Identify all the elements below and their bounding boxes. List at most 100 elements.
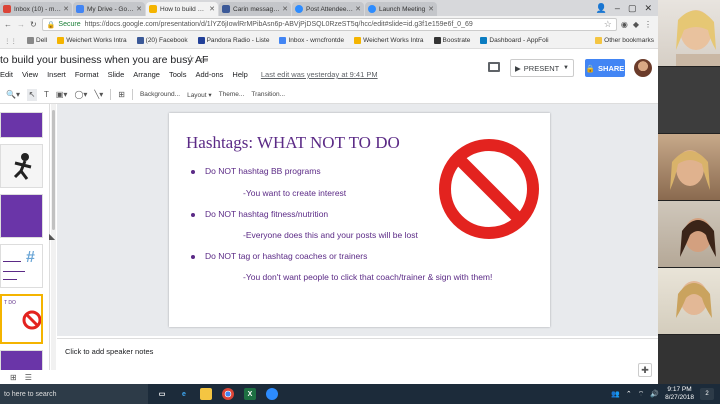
speaker-notes[interactable]: Click to add speaker notes ✚ bbox=[57, 338, 658, 384]
zoom-icon[interactable]: 🔍▾ bbox=[6, 90, 20, 99]
slide[interactable]: Hashtags: WHAT NOT TO DO Do NOT hashtag … bbox=[169, 113, 550, 327]
excel-icon[interactable]: X bbox=[244, 388, 256, 400]
participant-video[interactable] bbox=[658, 268, 720, 334]
star-icon[interactable]: ☆ bbox=[186, 54, 195, 65]
menu-slide[interactable]: Slide bbox=[108, 70, 125, 79]
other-bookmarks[interactable]: Other bookmarks bbox=[595, 37, 658, 44]
people-icon[interactable]: 👥 bbox=[611, 390, 620, 398]
present-button[interactable]: ▶ PRESENT ▼ bbox=[510, 59, 574, 77]
file-explorer-icon[interactable] bbox=[200, 388, 212, 400]
notification-center[interactable]: 2 bbox=[700, 388, 714, 400]
doc-title[interactable]: to build your business when you are busy… bbox=[0, 54, 208, 66]
layout-button[interactable]: Layout ▾ bbox=[187, 91, 212, 99]
slide-thumbnail-selected[interactable]: T DO bbox=[0, 294, 43, 344]
slide-thumbnail[interactable] bbox=[0, 194, 43, 238]
close-window-icon[interactable]: ✕ bbox=[644, 3, 652, 14]
theme-button[interactable]: Theme... bbox=[219, 91, 245, 98]
url-field[interactable]: 🔒 Secure https://docs.google.com/present… bbox=[41, 18, 617, 31]
maximize-icon[interactable]: ▢ bbox=[628, 3, 637, 14]
browser-tab-active[interactable]: How to build your ✕ bbox=[146, 2, 218, 16]
menu-help[interactable]: Help bbox=[232, 70, 247, 79]
resize-handle-icon[interactable]: ◣ bbox=[49, 232, 55, 241]
extension-icon[interactable]: ◆ bbox=[633, 20, 639, 29]
close-icon[interactable]: ✕ bbox=[209, 5, 215, 13]
close-icon[interactable]: ✕ bbox=[63, 5, 69, 13]
bookmark[interactable]: Weichert Works Intra bbox=[354, 37, 424, 44]
bullet-item[interactable]: Do NOT hashtag BB programs bbox=[191, 166, 321, 176]
close-icon[interactable]: ✕ bbox=[428, 5, 434, 13]
edge-icon[interactable]: e bbox=[178, 388, 190, 400]
speaker-notes-placeholder[interactable]: Click to add speaker notes bbox=[65, 347, 153, 356]
bookmark[interactable]: Inbox - wrncfrontde bbox=[279, 37, 344, 44]
slide-thumbnail[interactable] bbox=[0, 112, 43, 138]
add-icon[interactable]: ✚ bbox=[638, 363, 652, 377]
list-view-icon[interactable]: ☰ bbox=[25, 373, 32, 382]
browser-tab[interactable]: My Drive - Google✕ bbox=[73, 2, 145, 16]
slide-thumbnail[interactable] bbox=[0, 144, 43, 188]
apps-icon[interactable]: ⋮⋮ bbox=[4, 37, 17, 45]
extension-icon[interactable]: ◉ bbox=[621, 20, 628, 29]
line-icon[interactable]: ╲▾ bbox=[94, 90, 103, 99]
add-comment-icon[interactable]: ⊞ bbox=[118, 90, 125, 99]
bookmark[interactable]: Boostrate bbox=[433, 37, 470, 44]
minimize-icon[interactable]: – bbox=[615, 3, 620, 13]
bookmark[interactable]: Dashboard - AppFoli bbox=[480, 37, 549, 44]
bookmark[interactable]: Weichert Works Intra bbox=[57, 37, 127, 44]
volume-icon[interactable]: 🔊 bbox=[650, 390, 659, 398]
browser-tab[interactable]: Inbox (10) - mom ✕ bbox=[0, 2, 72, 16]
grid-view-icon[interactable]: ⊞ bbox=[10, 373, 17, 382]
menu-icon[interactable]: ⋮ bbox=[644, 20, 652, 29]
bookmark-star-icon[interactable]: ☆ bbox=[604, 19, 612, 30]
bullet-item[interactable]: Do NOT tag or hashtag coaches or trainer… bbox=[191, 251, 367, 261]
menu-addons[interactable]: Add-ons bbox=[195, 70, 223, 79]
user-icon[interactable]: 👤 bbox=[596, 3, 607, 14]
bookmark[interactable]: Pandora Radio - Liste bbox=[197, 37, 269, 44]
sub-bullet[interactable]: -You don't want people to click that coa… bbox=[243, 272, 492, 282]
slide-thumbnail[interactable] bbox=[0, 350, 43, 370]
bullet-item[interactable]: Do NOT hashtag fitness/nutrition bbox=[191, 209, 328, 219]
bookmark[interactable]: (20) Facebook bbox=[136, 37, 188, 44]
menu-tools[interactable]: Tools bbox=[169, 70, 187, 79]
close-icon[interactable]: ✕ bbox=[282, 5, 288, 13]
forward-icon[interactable]: → bbox=[17, 20, 25, 29]
participant-video[interactable] bbox=[658, 201, 720, 267]
image-icon[interactable]: ▣▾ bbox=[56, 90, 68, 99]
slide-title[interactable]: Hashtags: WHAT NOT TO DO bbox=[186, 133, 400, 153]
chevron-up-icon[interactable]: ⌃ bbox=[626, 390, 632, 398]
participant-video[interactable] bbox=[658, 335, 720, 384]
no-sign-icon[interactable] bbox=[438, 138, 540, 240]
bookmark[interactable]: Dell bbox=[27, 37, 47, 44]
share-button[interactable]: 🔒 SHARE bbox=[585, 59, 625, 77]
participant-video[interactable] bbox=[658, 67, 720, 133]
network-icon[interactable]: ⌔ bbox=[638, 390, 645, 399]
sub-bullet[interactable]: -You want to create interest bbox=[243, 188, 346, 198]
shape-icon[interactable]: ◯▾ bbox=[74, 90, 87, 99]
menu-view[interactable]: View bbox=[22, 70, 38, 79]
back-icon[interactable]: ← bbox=[4, 20, 12, 29]
close-icon[interactable]: ✕ bbox=[355, 5, 361, 13]
slide-thumbnail[interactable]: # bbox=[0, 244, 43, 288]
avatar[interactable] bbox=[634, 59, 652, 77]
scrollbar-thumb[interactable] bbox=[52, 110, 55, 230]
menu-format[interactable]: Format bbox=[75, 70, 99, 79]
task-view-icon[interactable]: ▭ bbox=[156, 388, 168, 400]
participant-video[interactable] bbox=[658, 0, 720, 66]
taskbar-search[interactable]: to here to search bbox=[0, 384, 148, 404]
zoom-app-icon[interactable] bbox=[266, 388, 278, 400]
menu-insert[interactable]: Insert bbox=[47, 70, 66, 79]
participant-video[interactable] bbox=[658, 134, 720, 200]
transition-button[interactable]: Transition... bbox=[251, 91, 285, 98]
chevron-down-icon[interactable]: ▼ bbox=[563, 65, 573, 71]
folder-icon[interactable]: ▭ bbox=[200, 54, 209, 65]
browser-tab[interactable]: Carin messaged h✕ bbox=[219, 2, 291, 16]
menu-edit[interactable]: Edit bbox=[0, 70, 13, 79]
browser-tab[interactable]: Post Attendee - Z ✕ bbox=[292, 2, 364, 16]
select-icon[interactable]: ↖ bbox=[26, 88, 37, 101]
menu-arrange[interactable]: Arrange bbox=[133, 70, 160, 79]
textbox-icon[interactable]: T bbox=[44, 90, 49, 99]
taskbar-clock[interactable]: 9:17 PM 8/27/2018 bbox=[665, 386, 694, 402]
browser-tab[interactable]: Launch Meeting ✕ bbox=[365, 2, 437, 16]
sub-bullet[interactable]: -Everyone does this and your posts will … bbox=[243, 230, 418, 240]
last-edit-link[interactable]: Last edit was yesterday at 9:41 PM bbox=[261, 70, 378, 79]
background-button[interactable]: Background... bbox=[140, 91, 180, 98]
